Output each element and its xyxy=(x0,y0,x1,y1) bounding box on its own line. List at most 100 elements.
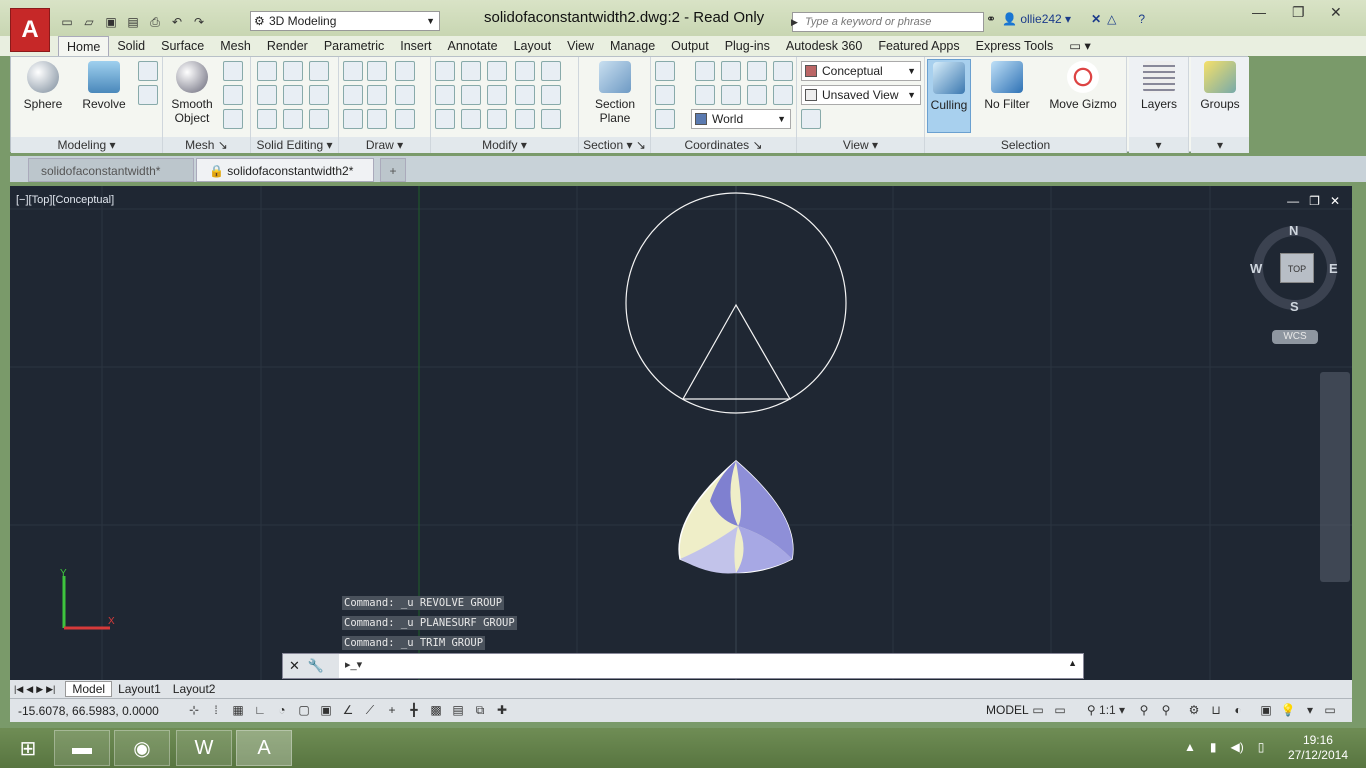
layout-tab-model[interactable]: Model xyxy=(65,681,113,697)
close-icon[interactable]: ✕ xyxy=(1330,4,1342,21)
visual-style-dropdown[interactable]: Conceptual ▼ xyxy=(801,61,921,81)
ucs-y-icon[interactable] xyxy=(747,85,767,105)
viewport-controls-label[interactable]: [−][Top][Conceptual] xyxy=(16,194,114,206)
reuleaux-solid[interactable] xyxy=(678,460,794,574)
command-prompt-icon[interactable]: ▸_▾ xyxy=(345,658,362,671)
lock-ui-icon[interactable]: ⊔ xyxy=(1208,702,1224,718)
panel-title-view[interactable]: View ▾ xyxy=(797,137,924,153)
tab-annotate[interactable]: Annotate xyxy=(440,36,506,56)
intersect-icon[interactable] xyxy=(257,109,277,129)
tab-autodesk-360[interactable]: Autodesk 360 xyxy=(778,36,870,56)
3d-rotate-icon[interactable] xyxy=(461,61,481,81)
slice-icon[interactable] xyxy=(283,85,303,105)
circle-icon[interactable] xyxy=(395,85,415,105)
object-snap-icon[interactable]: ▢ xyxy=(296,702,312,718)
ucs-face-icon[interactable] xyxy=(655,85,675,105)
workspace-dropdown[interactable]: ⚙ 3D Modeling ▼ xyxy=(250,11,440,31)
maximize-icon[interactable]: ❐ xyxy=(1292,4,1305,21)
polar-tracking-icon[interactable]: ◔ xyxy=(274,702,290,718)
interfere-icon[interactable] xyxy=(283,61,303,81)
move-gizmo-button[interactable]: Move Gizmo xyxy=(1045,61,1121,111)
taskbar-clock[interactable]: 19:16 27/12/2014 xyxy=(1288,733,1348,763)
3d-mirror-icon[interactable] xyxy=(461,109,481,129)
extrude-icon[interactable] xyxy=(138,61,158,81)
battery-icon[interactable]: ▯ xyxy=(1258,740,1265,754)
panel-title-coordinates[interactable]: Coordinates ↘ xyxy=(651,137,796,153)
ucs-z-icon[interactable] xyxy=(773,85,793,105)
annotation-visibility-icon[interactable]: ⚲ xyxy=(1136,702,1152,718)
polyline-icon[interactable] xyxy=(343,61,363,81)
extend-icon[interactable] xyxy=(541,61,561,81)
viewport-close-icon[interactable]: ✕ xyxy=(1330,194,1340,208)
next-layout-icon[interactable]: ▶ xyxy=(36,684,43,695)
groups-button[interactable]: Groups xyxy=(1195,61,1245,111)
file-explorer-icon[interactable]: ▬ xyxy=(54,730,110,766)
erase-icon[interactable] xyxy=(435,109,455,129)
compass-east[interactable]: E xyxy=(1329,261,1338,276)
new-tab-button[interactable]: + xyxy=(380,158,406,182)
close-icon[interactable]: ✕ xyxy=(289,658,300,674)
application-menu-button[interactable]: A xyxy=(10,8,50,52)
navigation-bar[interactable] xyxy=(1320,372,1350,582)
3d-array-icon[interactable] xyxy=(461,85,481,105)
tab-plug-ins[interactable]: Plug-ins xyxy=(717,36,778,56)
wcs-menu[interactable]: WCS xyxy=(1272,330,1318,344)
mesh-remove-icon[interactable] xyxy=(223,85,243,105)
tab-render[interactable]: Render xyxy=(259,36,316,56)
tab-output[interactable]: Output xyxy=(663,36,717,56)
array-icon[interactable] xyxy=(541,109,561,129)
save-icon[interactable]: ▣ xyxy=(102,13,120,31)
presspull-icon[interactable] xyxy=(138,85,158,105)
command-history-toggle-icon[interactable]: ▲ xyxy=(1068,658,1077,668)
command-line[interactable]: ✕ 🔧 ▸_▾ ▲ xyxy=(282,653,1084,679)
revolve-button[interactable]: Revolve xyxy=(79,61,129,111)
word-icon[interactable]: W xyxy=(176,730,232,766)
layout-tab-layout1[interactable]: Layout1 xyxy=(112,682,167,696)
object-snap-tracking-icon[interactable]: ∠ xyxy=(340,702,356,718)
auto-scale-icon[interactable]: ⚲ xyxy=(1158,702,1174,718)
lineweight-icon[interactable]: ╋ xyxy=(406,702,422,718)
stretch-icon[interactable] xyxy=(515,85,535,105)
selection-cycling-icon[interactable]: ⧉ xyxy=(472,702,488,718)
tab-manage[interactable]: Manage xyxy=(602,36,663,56)
ucs-view-icon[interactable] xyxy=(773,61,793,81)
chrome-icon[interactable]: ◉ xyxy=(114,730,170,766)
tab-home[interactable]: Home xyxy=(58,36,110,57)
ucs-3point-icon[interactable] xyxy=(655,109,675,129)
wrench-icon[interactable]: 🔧 xyxy=(308,658,324,674)
polygon-icon[interactable] xyxy=(343,109,363,129)
panel-title-mesh[interactable]: Mesh ↘ xyxy=(163,137,250,153)
culling-button[interactable]: Culling xyxy=(927,59,971,133)
copy-icon[interactable] xyxy=(515,61,535,81)
network-icon[interactable]: ▮ xyxy=(1210,740,1217,754)
print-icon[interactable]: ⎙ xyxy=(146,13,164,31)
named-view-dropdown[interactable]: Unsaved View ▼ xyxy=(801,85,921,105)
rectangle-icon[interactable] xyxy=(367,109,387,129)
panel-title-section[interactable]: Section ▾ ↘ xyxy=(579,137,650,153)
panel-layers[interactable]: Layers ▾ xyxy=(1129,57,1189,153)
extract-edges-icon[interactable] xyxy=(309,61,329,81)
tab-featured-apps[interactable]: Featured Apps xyxy=(870,36,967,56)
transparency-icon[interactable]: ▩ xyxy=(428,702,444,718)
isolate-objects-icon[interactable]: ▣ xyxy=(1258,702,1274,718)
compass-west[interactable]: W xyxy=(1250,261,1262,276)
fillet-icon[interactable] xyxy=(435,61,455,81)
quick-view-layouts-icon[interactable]: ▭ xyxy=(1030,702,1046,718)
grid-display-icon[interactable]: ▦ xyxy=(230,702,246,718)
ucs-origin-icon[interactable] xyxy=(721,61,741,81)
tab-express-tools[interactable]: Express Tools xyxy=(968,36,1062,56)
model-space-toggle[interactable]: MODEL xyxy=(986,703,1029,717)
status-menu-icon[interactable]: ▾ xyxy=(1302,702,1318,718)
autodesk-icon[interactable]: △ xyxy=(1107,12,1116,26)
mesh-refine-icon[interactable] xyxy=(223,109,243,129)
annotation-scale[interactable]: ⚲ 1:1 ▾ xyxy=(1086,702,1126,718)
workspace-switching-icon[interactable]: ⚙ xyxy=(1186,702,1202,718)
hardware-acceleration-icon[interactable]: ◐ xyxy=(1230,702,1246,718)
ucs-world-dropdown[interactable]: World ▼ xyxy=(691,109,791,129)
tab-layout[interactable]: Layout xyxy=(506,36,560,56)
tab-insert[interactable]: Insert xyxy=(392,36,439,56)
union-icon[interactable] xyxy=(257,61,277,81)
layout-tab-layout2[interactable]: Layout2 xyxy=(167,682,222,696)
ucs-previous-icon[interactable] xyxy=(695,85,715,105)
ucs-x-icon[interactable] xyxy=(721,85,741,105)
